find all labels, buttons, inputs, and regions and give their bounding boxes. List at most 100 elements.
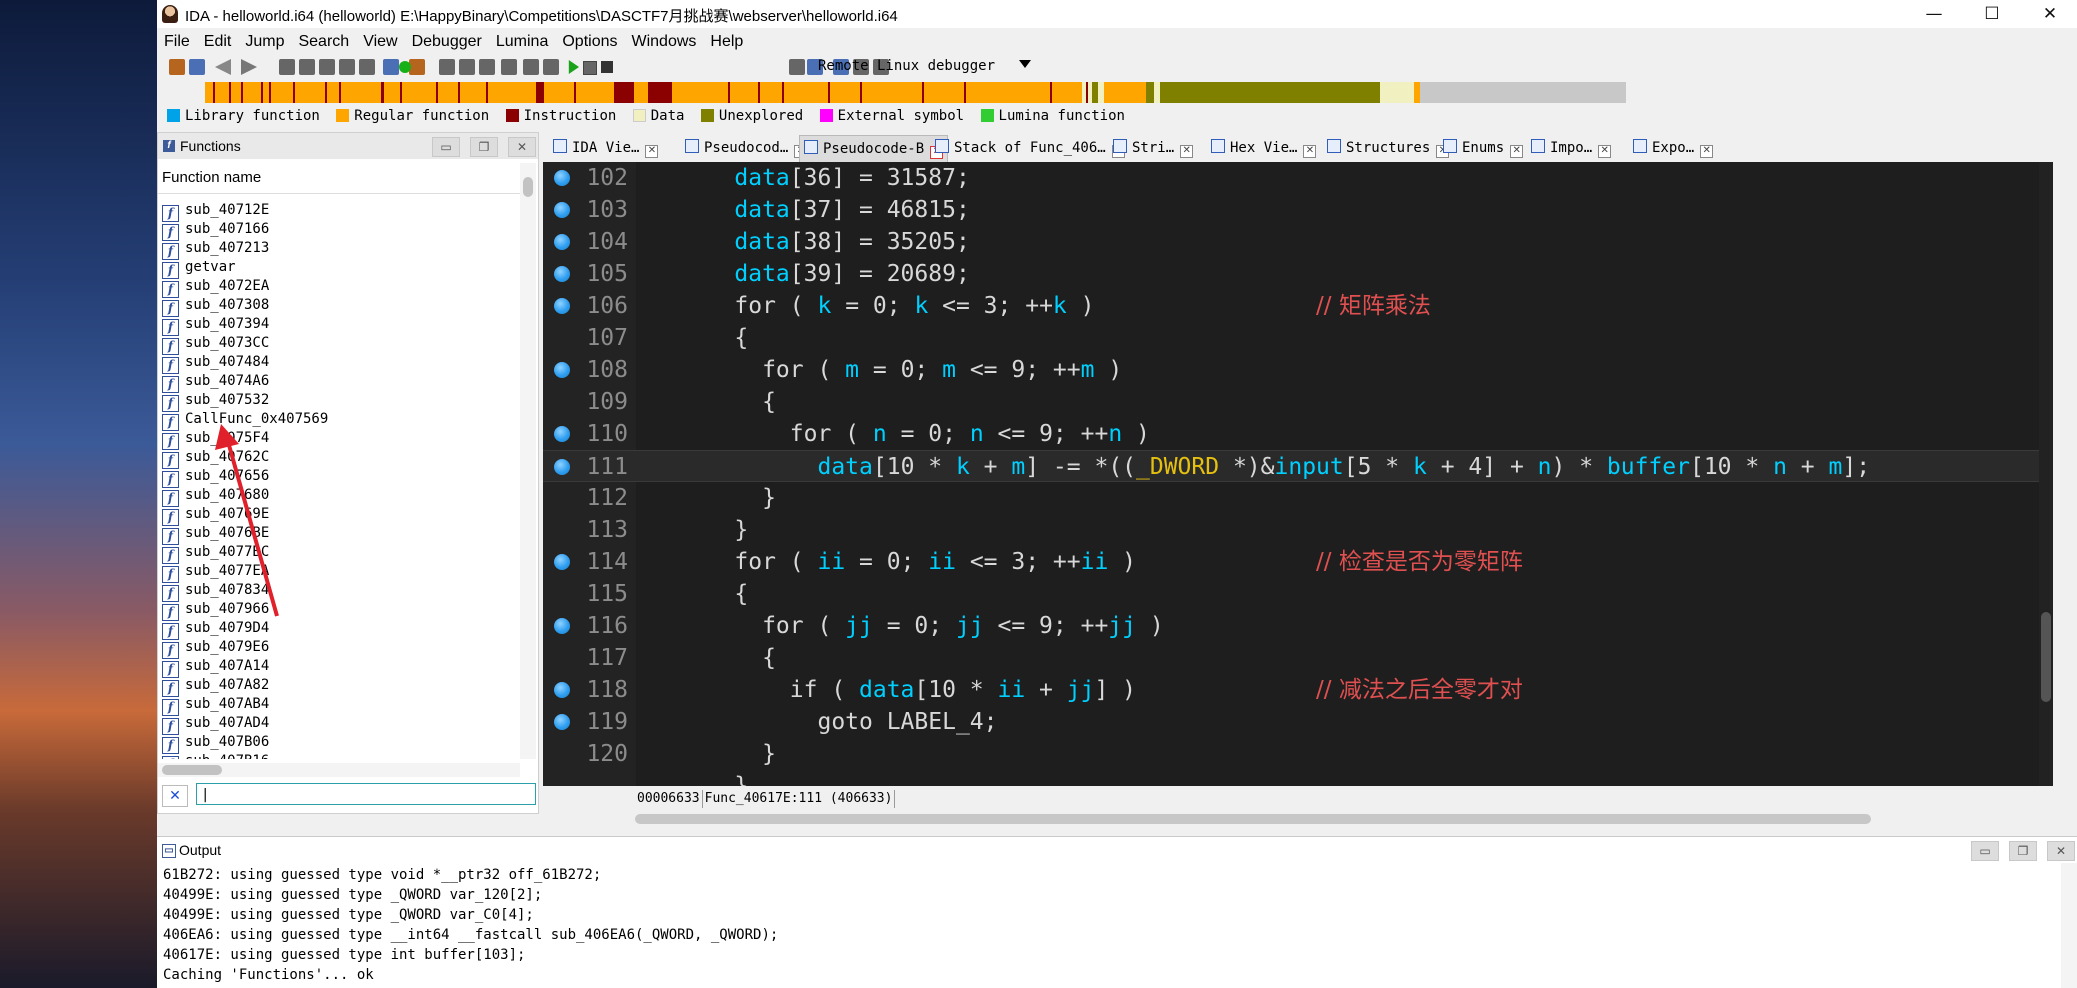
navigation-segment[interactable] [1160,82,1380,103]
hook-icon[interactable] [501,59,517,75]
function-list-item[interactable]: f sub_407532 [162,391,532,412]
menu-help[interactable]: Help [703,30,750,54]
code-line[interactable]: 108 for ( m = 0; m <= 9; ++m ) [543,354,2053,386]
code-line[interactable]: 105 data[39] = 20689; [543,258,2053,290]
navigation-segment[interactable] [327,82,339,103]
edit-icon[interactable] [523,59,539,75]
function-list-item[interactable]: f sub_407166 [162,220,532,241]
breakpoint-dot-icon[interactable] [554,554,570,570]
navigation-segment[interactable] [924,82,964,103]
navigation-segment[interactable] [402,82,436,103]
navigation-segment[interactable] [438,82,458,103]
navigation-segment[interactable] [614,82,634,103]
panel-float-button[interactable]: ▭ [1971,841,1999,861]
navigation-segment[interactable] [341,82,381,103]
navigation-segment[interactable] [760,82,782,103]
navigation-segment[interactable] [862,82,922,103]
navigation-segment[interactable] [231,82,241,103]
menu-lumina[interactable]: Lumina [489,30,555,54]
code-line[interactable]: 119 goto LABEL_4; [543,706,2053,738]
scrollbar-thumb[interactable] [2041,612,2051,702]
function-list-item[interactable]: f sub_4074A6 [162,372,532,393]
function-list-item[interactable]: f sub_40769E [162,505,532,526]
tab-enums[interactable]: Enums ✕ [1443,135,1524,161]
menu-view[interactable]: View [356,30,404,54]
panel-restore-button[interactable]: ❐ [470,137,498,157]
navigation-segment[interactable] [1052,82,1082,103]
code-vertical-scrollbar[interactable] [2039,162,2053,786]
navigation-segment[interactable] [648,82,672,103]
scrollbar-thumb[interactable] [635,814,1871,824]
text-icon[interactable] [383,59,399,75]
navigation-segment[interactable] [672,82,728,103]
close-icon[interactable]: ✕ [1303,145,1317,158]
function-list-item[interactable]: f sub_407AB4 [162,695,532,716]
code-icon[interactable] [279,59,295,75]
function-list-item[interactable]: f sub_4072EA [162,277,532,298]
function-list-item[interactable]: f sub_407B06 [162,733,532,754]
tab-imports[interactable]: Impo… ✕ [1531,135,1612,161]
code-line[interactable]: 109 { [543,386,2053,418]
code-line[interactable]: 120 } [543,738,2053,770]
tab-hex-view[interactable]: Hex Vie… ✕ [1211,135,1317,161]
code-line[interactable]: } [543,770,2053,786]
tab-pseudocode-b[interactable]: Pseudocode-B✕ [799,135,949,162]
forward-icon[interactable] [241,59,257,75]
function-list-item[interactable]: f sub_4077EA [162,562,532,583]
code-line[interactable]: 113 } [543,514,2053,546]
functions-vertical-scrollbar[interactable] [520,163,536,759]
navigation-segment[interactable] [205,82,213,103]
navigation-segment[interactable] [634,82,648,103]
undefine-icon[interactable] [319,59,335,75]
function-search-input[interactable]: | [196,783,536,805]
navigation-segment[interactable] [215,82,229,103]
function-list-item[interactable]: f sub_4079E6 [162,638,532,659]
minimize-button[interactable]: — [1905,0,1963,28]
code-line[interactable]: 110 for ( n = 0; n <= 9; ++n ) [543,418,2053,450]
navigation-segment[interactable] [830,82,860,103]
navigation-segment[interactable] [966,82,1050,103]
breakpoint-dot-icon[interactable] [554,266,570,282]
close-icon[interactable]: ✕ [1510,145,1524,158]
scrollbar-thumb[interactable] [523,177,533,197]
function-list-item[interactable]: f sub_407B16 [162,752,532,759]
menu-options[interactable]: Options [555,30,624,54]
panel-close-button[interactable]: ✕ [508,137,536,157]
code-horizontal-scrollbar[interactable] [635,812,2055,826]
function-list-item[interactable]: f sub_407484 [162,353,532,374]
function-list-item[interactable]: f sub_407966 [162,600,532,621]
function-list-item[interactable]: f sub_40712E [162,201,532,222]
panel-close-button[interactable]: ✕ [2047,841,2075,861]
breakpoint-dot-icon[interactable] [554,234,570,250]
close-icon[interactable]: ✕ [645,145,659,158]
tab-pseudocode-a[interactable]: Pseudocod…✕ [685,135,808,161]
panel-restore-button[interactable]: ❐ [2009,841,2037,861]
back-icon[interactable] [215,59,231,75]
breakpoint-dot-icon[interactable] [554,426,570,442]
menu-debugger[interactable]: Debugger [405,30,489,54]
output-log[interactable]: 61B272: using guessed type void *__ptr32… [163,865,778,985]
breakpoint-dot-icon[interactable] [554,714,570,730]
code-line[interactable]: 106 for ( k = 0; k <= 3; ++k ) // 矩阵乘法 [543,290,2053,322]
patch-icon[interactable] [439,59,455,75]
navigation-segment[interactable] [295,82,325,103]
code-line[interactable]: 104 data[38] = 35205; [543,226,2053,258]
function-list-item[interactable]: f sub_407656 [162,467,532,488]
tab-strings[interactable]: Stri… ✕ [1113,135,1194,161]
output-scrollbar[interactable] [2061,863,2077,988]
stop-icon[interactable] [601,61,613,73]
scrollbar-thumb[interactable] [162,765,222,775]
function-list[interactable]: f sub_40712E f sub_407166 f sub_407213 f getvar… [162,201,532,759]
breakpoint-dot-icon[interactable] [554,362,570,378]
navigation-segment[interactable] [1104,82,1146,103]
close-button[interactable]: ✕ [2021,0,2077,28]
data-icon[interactable] [299,59,315,75]
function-list-item[interactable]: f sub_40762C [162,448,532,469]
breakpoint-dot-icon[interactable] [554,618,570,634]
function-list-item[interactable]: f sub_4076BE [162,524,532,545]
pause-icon[interactable] [583,61,597,75]
navigation-segment[interactable] [1146,82,1154,103]
tab-exports[interactable]: Expo… ✕ [1633,135,1714,161]
navigation-band[interactable] [187,80,2017,106]
open-icon[interactable] [169,59,185,75]
